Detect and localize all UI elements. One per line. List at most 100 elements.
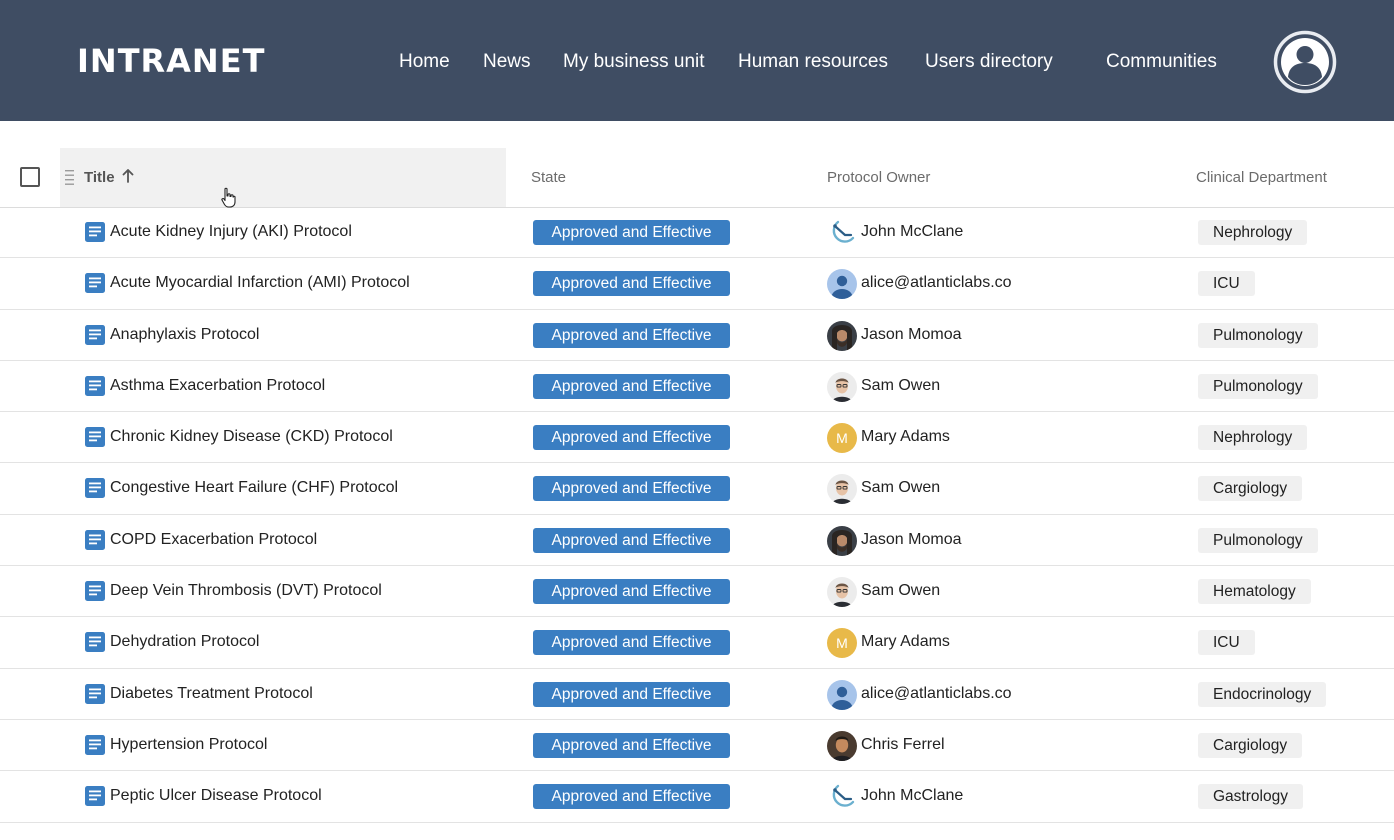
document-icon <box>85 427 105 448</box>
clinical-department-tag: Nephrology <box>1198 425 1308 451</box>
user-circle-icon[interactable] <box>1273 30 1337 94</box>
table-row[interactable]: Congestive Heart Failure (CHF) Protocol … <box>0 463 1394 515</box>
protocol-title[interactable]: Chronic Kidney Disease (CKD) Protocol <box>110 428 393 446</box>
top-navigation-bar: INTRANET Home News My business unit Huma… <box>0 0 1394 121</box>
clinical-department-tag: Cargiology <box>1198 476 1303 502</box>
document-icon <box>85 478 105 499</box>
document-icon <box>85 786 105 807</box>
protocol-title[interactable]: Acute Kidney Injury (AKI) Protocol <box>110 223 352 241</box>
state-badge: Approved and Effective <box>533 373 730 399</box>
owner-avatar: M <box>827 423 857 454</box>
table-row[interactable]: Dehydration Protocol Approved and Effect… <box>0 617 1394 669</box>
protocol-title[interactable]: Dehydration Protocol <box>110 633 259 651</box>
protocol-title[interactable]: Asthma Exacerbation Protocol <box>110 377 325 395</box>
table-row[interactable]: Diabetes Treatment Protocol Approved and… <box>0 669 1394 720</box>
protocol-title[interactable]: Congestive Heart Failure (CHF) Protocol <box>110 479 398 497</box>
protocol-title[interactable]: Peptic Ulcer Disease Protocol <box>110 787 322 805</box>
protocol-title[interactable]: COPD Exacerbation Protocol <box>110 531 317 549</box>
document-icon <box>85 222 105 242</box>
table-header-row: Title State Protocol Owner Clinical Depa… <box>0 148 1394 208</box>
table-row[interactable]: Anaphylaxis Protocol Approved and Effect… <box>0 310 1394 361</box>
protocol-owner-name: Mary Adams <box>861 428 950 446</box>
protocol-owner-name: Sam Owen <box>861 582 941 600</box>
avatar-initial: M <box>836 635 848 651</box>
document-icon <box>85 581 105 602</box>
nav-my-business-unit[interactable]: My business unit <box>563 51 705 73</box>
clinical-department-tag: Pulmonology <box>1198 322 1318 348</box>
table-row[interactable]: Acute Kidney Injury (AKI) Protocol Appro… <box>0 207 1394 259</box>
nav-users-directory[interactable]: Users directory <box>925 51 1053 73</box>
clinical-department-tag: Hematology <box>1198 579 1311 605</box>
document-icon <box>85 683 105 704</box>
table-row[interactable]: Peptic Ulcer Disease Protocol Approved a… <box>0 771 1394 823</box>
owner-avatar <box>827 679 857 710</box>
table-row[interactable]: Acute Myocardial Infarction (AMI) Protoc… <box>0 258 1394 310</box>
document-icon <box>85 324 105 345</box>
drag-handle-icon[interactable] <box>64 168 76 188</box>
state-badge: Approved and Effective <box>533 322 730 348</box>
protocol-title[interactable]: Anaphylaxis Protocol <box>110 326 259 344</box>
state-badge: Approved and Effective <box>533 784 730 810</box>
protocol-title[interactable]: Acute Myocardial Infarction (AMI) Protoc… <box>110 274 410 292</box>
protocol-title[interactable]: Hypertension Protocol <box>110 736 267 754</box>
clinical-department-tag: Pulmonology <box>1198 373 1318 399</box>
document-icon <box>85 632 105 653</box>
document-icon <box>85 529 105 550</box>
owner-avatar <box>827 269 857 300</box>
state-badge: Approved and Effective <box>533 527 730 553</box>
select-all-checkbox[interactable] <box>20 167 40 187</box>
toolbar-band <box>0 121 1394 149</box>
state-badge: Approved and Effective <box>533 425 730 451</box>
clinical-department-tag: Nephrology <box>1198 220 1308 245</box>
protocol-owner-name: John McClane <box>861 787 964 805</box>
owner-avatar <box>827 474 857 505</box>
protocol-title[interactable]: Diabetes Treatment Protocol <box>110 685 313 703</box>
column-header-clinical-department[interactable]: Clinical Department <box>1196 169 1327 186</box>
clinical-department-tag: ICU <box>1198 271 1255 297</box>
protocol-table-body: Acute Kidney Injury (AKI) Protocol Appro… <box>0 207 1394 823</box>
intranet-logo[interactable]: INTRANET <box>77 42 265 80</box>
protocol-owner-name: Mary Adams <box>861 633 950 651</box>
table-row[interactable]: COPD Exacerbation Protocol Approved and … <box>0 515 1394 567</box>
owner-avatar <box>827 320 857 351</box>
document-icon <box>85 375 105 396</box>
clinical-department-tag: Gastrology <box>1198 784 1303 810</box>
table-row[interactable]: Chronic Kidney Disease (CKD) Protocol Ap… <box>0 412 1394 464</box>
state-badge: Approved and Effective <box>533 579 730 605</box>
owner-avatar <box>827 782 857 812</box>
state-badge: Approved and Effective <box>533 220 730 245</box>
protocol-owner-name: alice@atlanticlabs.co <box>861 684 1012 702</box>
protocol-owner-name: Jason Momoa <box>861 530 962 548</box>
protocol-owner-name: John McClane <box>861 223 964 240</box>
protocol-owner-name: alice@atlanticlabs.co <box>861 274 1012 292</box>
protocol-owner-name: Jason Momoa <box>861 325 962 343</box>
table-row[interactable]: Hypertension Protocol Approved and Effec… <box>0 720 1394 772</box>
table-row[interactable]: Asthma Exacerbation Protocol Approved an… <box>0 361 1394 413</box>
protocol-title[interactable]: Deep Vein Thrombosis (DVT) Protocol <box>110 582 382 600</box>
owner-avatar <box>827 730 857 761</box>
clinical-department-tag: Endocrinology <box>1198 681 1327 707</box>
document-icon <box>85 273 105 294</box>
clinical-department-tag: Pulmonology <box>1198 527 1318 553</box>
column-header-title[interactable]: Title <box>84 169 115 186</box>
hand-cursor-icon <box>221 187 236 208</box>
clinical-department-tag: Cargiology <box>1198 732 1303 758</box>
state-badge: Approved and Effective <box>533 476 730 502</box>
state-badge: Approved and Effective <box>533 271 730 297</box>
owner-avatar <box>827 577 857 608</box>
table-row[interactable]: Deep Vein Thrombosis (DVT) Protocol Appr… <box>0 566 1394 618</box>
owner-avatar <box>827 371 857 402</box>
arrow-up-icon[interactable] <box>121 168 135 184</box>
column-header-protocol-owner[interactable]: Protocol Owner <box>827 169 930 186</box>
protocol-owner-name: Sam Owen <box>861 376 941 394</box>
state-badge: Approved and Effective <box>533 681 730 707</box>
owner-avatar <box>827 218 857 248</box>
owner-avatar <box>827 525 857 556</box>
column-header-state[interactable]: State <box>531 169 566 186</box>
nav-human-resources[interactable]: Human resources <box>738 51 888 73</box>
protocol-owner-name: Chris Ferrel <box>861 735 945 753</box>
nav-news[interactable]: News <box>483 51 531 73</box>
protocol-owner-name: Sam Owen <box>861 479 941 497</box>
nav-communities[interactable]: Communities <box>1106 51 1217 73</box>
nav-home[interactable]: Home <box>399 51 450 73</box>
